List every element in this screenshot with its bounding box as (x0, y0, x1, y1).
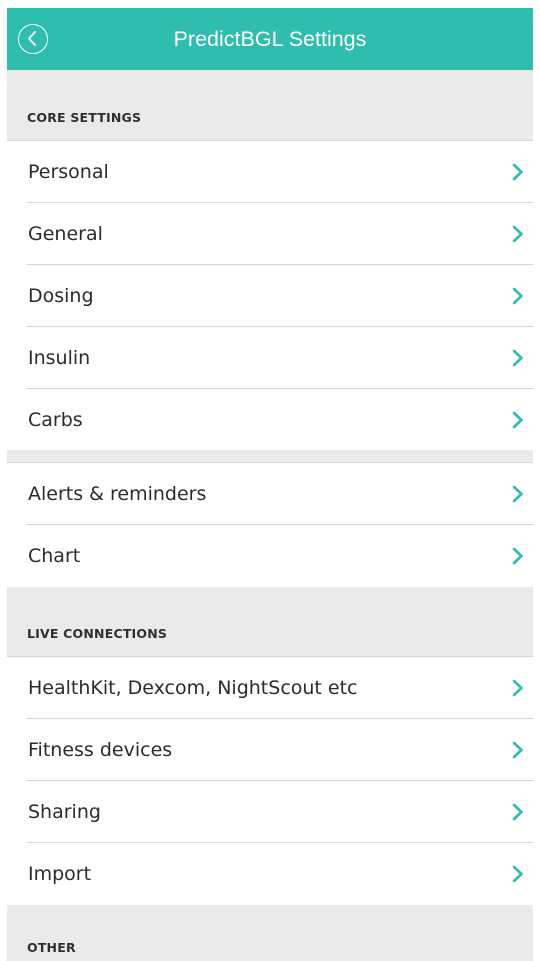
chevron-right-icon (512, 349, 523, 367)
row-label: General (28, 223, 103, 245)
chevron-left-circle-icon (28, 31, 36, 46)
chevron-right-icon (512, 287, 523, 305)
back-button[interactable] (18, 24, 48, 54)
chevron-right-icon (512, 411, 523, 429)
settings-screen: PredictBGL Settings CORE SETTINGS Person… (0, 0, 540, 961)
row-label: Personal (28, 161, 109, 183)
section-spacer (7, 450, 533, 463)
settings-row-alerts-reminders[interactable]: Alerts & reminders (7, 463, 533, 525)
row-label: Insulin (28, 347, 91, 369)
row-label: Alerts & reminders (28, 483, 207, 505)
chevron-right-icon (512, 679, 523, 697)
settings-row-chart[interactable]: Chart (7, 525, 533, 587)
chevron-right-icon (512, 547, 523, 565)
chevron-right-icon (512, 741, 523, 759)
chevron-right-icon (512, 865, 523, 883)
section-title: CORE SETTINGS (27, 110, 142, 125)
row-label: Import (28, 863, 92, 885)
row-label: Fitness devices (28, 739, 173, 761)
section-header-other: OTHER (7, 905, 533, 961)
header-bar: PredictBGL Settings (7, 8, 533, 70)
section-title: LIVE CONNECTIONS (27, 626, 168, 641)
section-header-live-connections: LIVE CONNECTIONS (7, 587, 533, 656)
chevron-right-icon (512, 225, 523, 243)
row-label: HealthKit, Dexcom, NightScout etc (28, 677, 358, 699)
row-label: Sharing (28, 801, 101, 823)
section-header-core-settings: CORE SETTINGS (7, 70, 533, 140)
settings-row-carbs[interactable]: Carbs (7, 389, 533, 451)
row-label: Carbs (28, 409, 83, 431)
settings-row-personal[interactable]: Personal (7, 141, 533, 203)
row-label: Chart (28, 545, 81, 567)
row-label: Dosing (28, 285, 94, 307)
settings-row-import[interactable]: Import (7, 843, 533, 905)
settings-row-general[interactable]: General (7, 203, 533, 265)
chevron-right-icon (512, 485, 523, 503)
settings-row-sharing[interactable]: Sharing (7, 781, 533, 843)
section-title: OTHER (27, 940, 76, 955)
settings-row-healthkit[interactable]: HealthKit, Dexcom, NightScout etc (7, 657, 533, 719)
settings-row-dosing[interactable]: Dosing (7, 265, 533, 327)
settings-row-fitness-devices[interactable]: Fitness devices (7, 719, 533, 781)
page-title: PredictBGL Settings (173, 27, 367, 51)
chevron-right-icon (512, 163, 523, 181)
chevron-right-icon (512, 803, 523, 821)
settings-row-insulin[interactable]: Insulin (7, 327, 533, 389)
